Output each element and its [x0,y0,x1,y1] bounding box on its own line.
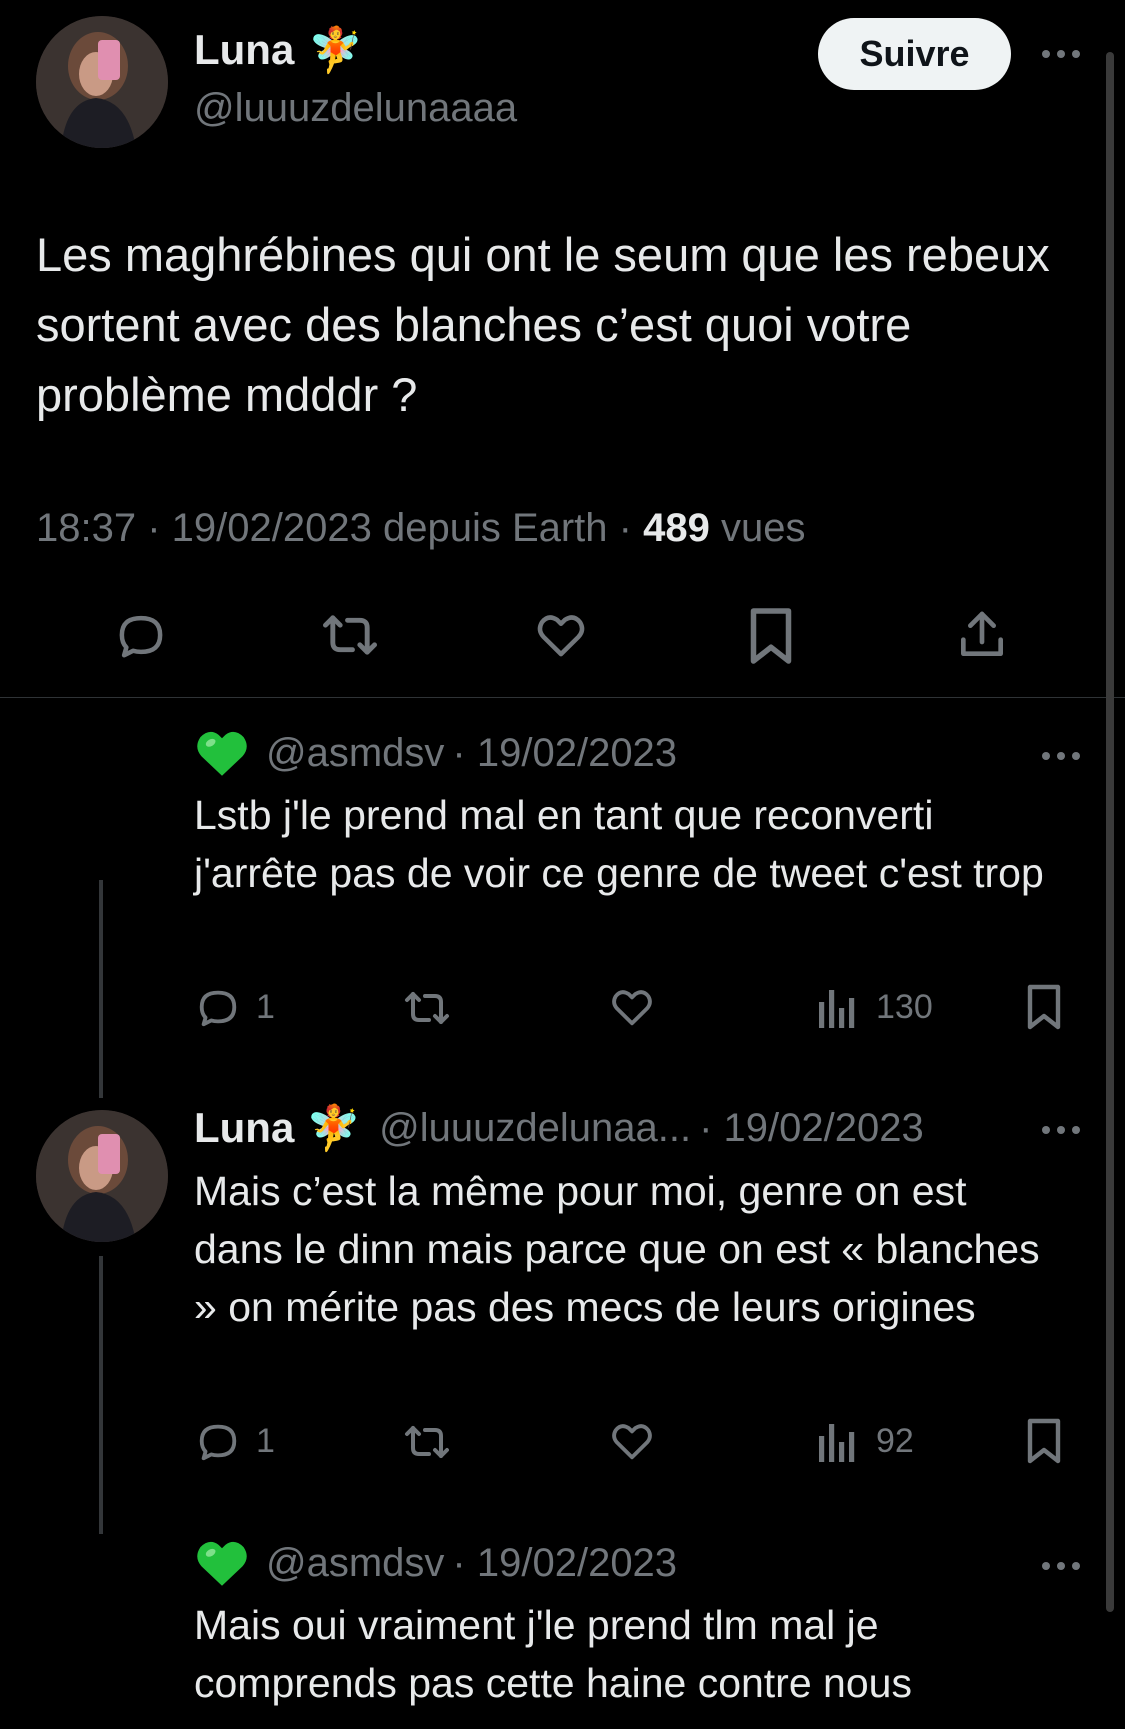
reply-header: @asmdsv · 19/02/2023 [194,728,677,778]
green-heart-emoji [194,728,250,778]
retweet-icon[interactable] [318,608,382,662]
reply-icon[interactable] [112,608,170,662]
more-icon[interactable] [1042,1122,1086,1136]
reply-text: Mais oui vraiment j'le prend tlm mal je … [194,1602,912,1706]
reply-handle[interactable]: @asmdsv [266,731,444,776]
avatar[interactable] [36,1110,168,1242]
reply-count: 1 [256,1422,275,1460]
reply-text: Mais c’est la même pour moi, genre on es… [194,1168,1040,1330]
reply-date: · 19/02/2023 [452,1540,678,1585]
tweet-text: Les maghrébines qui ont le seum que les … [36,228,1050,421]
views-count: 489 [643,506,710,550]
reply-author-name[interactable]: Luna [194,1104,294,1152]
retweet-icon[interactable] [400,1420,454,1464]
reply-count: 1 [256,988,275,1026]
bookmark-icon[interactable] [1024,1416,1064,1466]
reply-date: · 19/02/2023 [699,1105,924,1150]
divider [0,697,1125,698]
tweet-timestamp: 18:37 · 19/02/2023 depuis Earth · [36,506,644,550]
scrollbar[interactable] [1106,52,1114,1612]
follow-button[interactable]: Suivre [818,18,1011,90]
heart-icon[interactable] [608,984,656,1030]
fairy-emoji: 🧚 [308,26,364,75]
fairy-emoji: 🧚 [306,1104,362,1153]
bookmark-icon[interactable] [746,606,796,666]
share-icon[interactable] [954,606,1010,664]
heart-icon[interactable] [608,1418,656,1464]
views-label: vues [709,506,806,550]
bookmark-icon[interactable] [1024,982,1064,1032]
retweet-icon[interactable] [400,986,454,1030]
reply-icon[interactable] [194,984,242,1030]
reply-header: @asmdsv · 19/02/2023 [194,1538,677,1588]
more-icon[interactable] [1042,1558,1086,1572]
views-icon[interactable] [816,1420,858,1464]
thread-line [99,1256,103,1534]
reply-header: Luna 🧚 @luuuzdelunaa... · 19/02/2023 [194,1102,924,1154]
reply-date: · 19/02/2023 [452,730,678,775]
views-count: 92 [876,1422,914,1460]
reply-handle[interactable]: @luuuzdelunaa... [379,1106,691,1151]
more-icon[interactable] [1042,46,1086,60]
reply-handle[interactable]: @asmdsv [266,1541,444,1586]
views-count: 130 [876,988,933,1026]
reply-text: Lstb j'le prend mal en tant que reconver… [194,792,1044,896]
green-heart-emoji [194,1538,250,1588]
avatar[interactable] [36,16,168,148]
more-icon[interactable] [1042,748,1086,762]
heart-icon[interactable] [533,608,589,662]
author-handle[interactable]: @luuuzdelunaaaa [194,86,517,131]
views-icon[interactable] [816,986,858,1030]
reply-icon[interactable] [194,1418,242,1464]
thread-line [99,880,103,1098]
tweet-meta: 18:37 · 19/02/2023 depuis Earth · 489 vu… [36,506,805,551]
author-name[interactable]: Luna [194,26,294,74]
